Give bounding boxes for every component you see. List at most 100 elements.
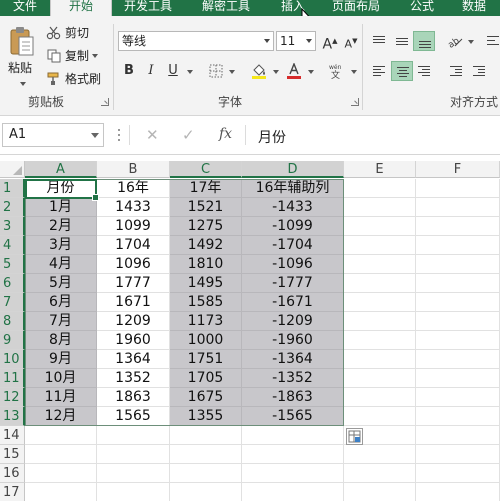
font-size-combo[interactable]: 11 [276,31,316,51]
cell-a9[interactable]: 8月 [25,331,97,350]
quick-analysis-button[interactable] [346,428,363,445]
column-header-d[interactable]: D [242,161,344,178]
select-all-button[interactable] [0,161,25,178]
wrap-text-button[interactable] [482,31,500,51]
cell-c5[interactable]: 1810 [170,255,242,274]
row-header-3[interactable]: 3 [0,217,25,236]
cell-e11[interactable] [344,369,416,388]
cell-c8[interactable]: 1173 [170,312,242,331]
row-header-16[interactable]: 16 [0,464,25,483]
cell-e13[interactable] [344,407,416,426]
fill-color-button[interactable] [249,61,269,81]
cell-e5[interactable] [344,255,416,274]
underline-button[interactable]: U [163,61,183,81]
cell-c2[interactable]: 1521 [170,198,242,217]
grow-font-button[interactable]: A▲ [320,31,340,53]
cell-d5[interactable]: -1096 [242,255,344,274]
cell-c3[interactable]: 1275 [170,217,242,236]
cell-e7[interactable] [344,293,416,312]
tab-formulas[interactable]: 公式 [396,0,448,16]
cell-a16[interactable] [25,464,97,483]
cell-c11[interactable]: 1705 [170,369,242,388]
cell-a5[interactable]: 4月 [25,255,97,274]
align-bottom-button[interactable] [413,31,435,51]
column-header-e[interactable]: E [344,161,416,178]
cell-e6[interactable] [344,274,416,293]
borders-button[interactable] [206,61,226,81]
worksheet-grid[interactable]: ABCDEF 1 2 3 4 5 6 7 8 9 10 11 12 13 14 15 16 17 月份 16年 17… [0,156,500,501]
row-header-14[interactable]: 14 [0,426,25,445]
cell-a17[interactable] [25,483,97,501]
cell-d3[interactable]: -1099 [242,217,344,236]
bold-button[interactable]: B [119,61,139,81]
tab-page-layout[interactable]: 页面布局 [320,0,392,16]
cell-e8[interactable] [344,312,416,331]
orientation-dropdown-icon[interactable] [468,40,474,44]
cell-e3[interactable] [344,217,416,236]
cell-b17[interactable] [97,483,170,501]
cell-c1[interactable]: 17年 [170,179,242,198]
cell-d2[interactable]: -1433 [242,198,344,217]
cell-b12[interactable]: 1863 [97,388,170,407]
underline-dropdown-icon[interactable] [187,70,193,74]
cell-b3[interactable]: 1099 [97,217,170,236]
shrink-font-button[interactable]: A▼ [341,31,361,51]
cell-e9[interactable] [344,331,416,350]
copy-dropdown-icon[interactable] [92,53,99,58]
cell-e12[interactable] [344,388,416,407]
row-header-2[interactable]: 2 [0,198,25,217]
font-launcher-icon[interactable] [351,98,359,106]
cell-b13[interactable]: 1565 [97,407,170,426]
cell-b9[interactable]: 1960 [97,331,170,350]
cell-a1[interactable]: 月份 [25,179,97,198]
row-header-4[interactable]: 4 [0,236,25,255]
align-center-button[interactable] [391,61,413,81]
align-middle-button[interactable] [391,31,413,51]
cell-f6[interactable] [416,274,500,293]
phonetic-dropdown-icon[interactable] [351,70,357,74]
cell-f5[interactable] [416,255,500,274]
cell-d4[interactable]: -1704 [242,236,344,255]
align-right-button[interactable] [413,61,435,81]
cell-f2[interactable] [416,198,500,217]
cell-a14[interactable] [25,426,97,445]
cell-c17[interactable] [170,483,242,501]
cell-f4[interactable] [416,236,500,255]
cell-d17[interactable] [242,483,344,501]
cell-a8[interactable]: 7月 [25,312,97,331]
row-header-17[interactable]: 17 [0,483,25,501]
cell-f11[interactable] [416,369,500,388]
cell-c16[interactable] [170,464,242,483]
cell-a11[interactable]: 10月 [25,369,97,388]
font-name-combo[interactable]: 等线 [118,31,274,51]
row-header-1[interactable]: 1 [0,179,25,198]
name-box-dropdown-icon[interactable] [91,133,99,138]
cell-f8[interactable] [416,312,500,331]
row-header-8[interactable]: 8 [0,312,25,331]
cell-a12[interactable]: 11月 [25,388,97,407]
column-header-c[interactable]: C [170,161,242,178]
row-header-6[interactable]: 6 [0,274,25,293]
font-color-button[interactable] [284,61,304,81]
paste-label-button[interactable]: 粘贴 [8,59,32,76]
paste-button[interactable] [8,24,36,62]
cell-b11[interactable]: 1352 [97,369,170,388]
cell-b8[interactable]: 1209 [97,312,170,331]
cell-a15[interactable] [25,445,97,464]
cell-f9[interactable] [416,331,500,350]
enter-icon[interactable]: ✓ [182,126,195,144]
cell-a4[interactable]: 3月 [25,236,97,255]
cell-b1[interactable]: 16年 [97,179,170,198]
cell-d14[interactable] [242,426,344,445]
cell-a6[interactable]: 5月 [25,274,97,293]
italic-button[interactable]: I [141,61,161,81]
cell-b7[interactable]: 1671 [97,293,170,312]
cell-b14[interactable] [97,426,170,445]
row-header-7[interactable]: 7 [0,293,25,312]
cell-b6[interactable]: 1777 [97,274,170,293]
cell-f10[interactable] [416,350,500,369]
cell-c7[interactable]: 1585 [170,293,242,312]
cell-e4[interactable] [344,236,416,255]
row-header-5[interactable]: 5 [0,255,25,274]
cell-d7[interactable]: -1671 [242,293,344,312]
